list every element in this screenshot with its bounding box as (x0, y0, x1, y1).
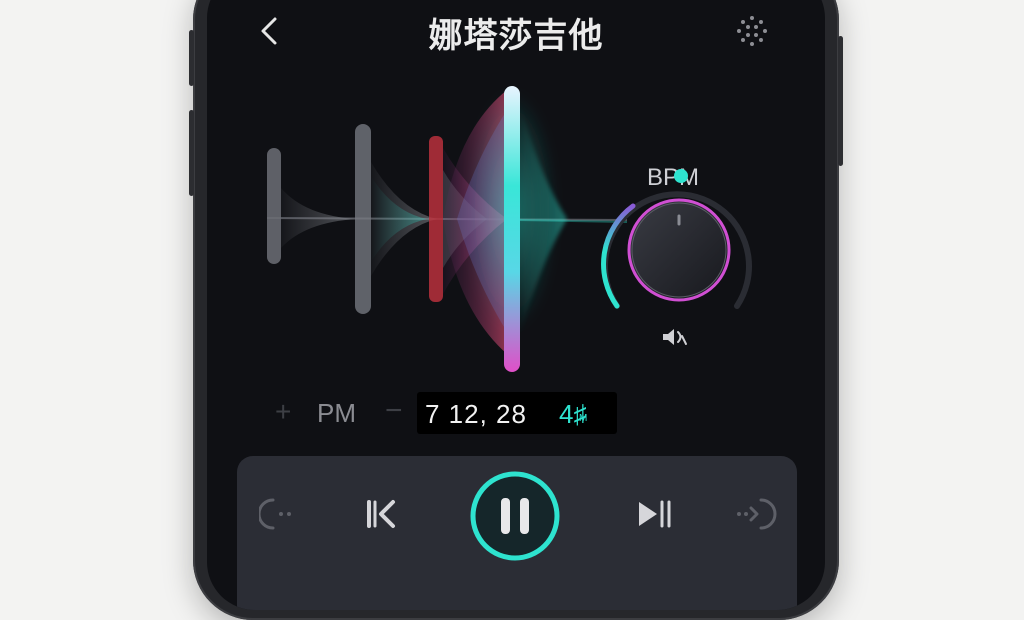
wave-bar-3 (429, 136, 443, 302)
bpm-dial-handle[interactable] (674, 169, 688, 183)
increase-button[interactable]: + (275, 396, 291, 428)
wave-bar-1 (267, 148, 281, 264)
wave-bar-2 (355, 124, 371, 314)
readout-sub: M (579, 413, 588, 424)
tempo-stats-row: + PM − 7 12, 28 4♯ M (267, 392, 627, 434)
playback-controls (237, 456, 797, 610)
volume-down-button (189, 110, 194, 196)
speaker-icon[interactable] (661, 326, 689, 348)
volume-up-button (189, 30, 194, 86)
tempo-readout: 7 12, 28 4♯ M (417, 392, 617, 434)
app-screen: 娜塔莎吉他 BPM + PM − 7 12, 28 4♯ M (207, 0, 825, 610)
wave-bar-main (504, 86, 520, 372)
bpm-dial[interactable] (587, 166, 759, 346)
rewind-icon[interactable] (259, 496, 299, 532)
forward-icon[interactable] (733, 496, 777, 532)
skip-next-icon[interactable] (635, 496, 675, 532)
decrease-button[interactable]: − (385, 394, 403, 428)
skip-previous-icon[interactable] (361, 496, 401, 532)
dots-grid-icon[interactable] (735, 14, 769, 48)
pause-button[interactable] (467, 468, 563, 564)
readout-value: 7 12, 28 (425, 399, 527, 429)
pm-label: PM (317, 398, 356, 428)
power-button (838, 36, 843, 166)
page-title: 娜塔莎吉他 (428, 17, 604, 55)
